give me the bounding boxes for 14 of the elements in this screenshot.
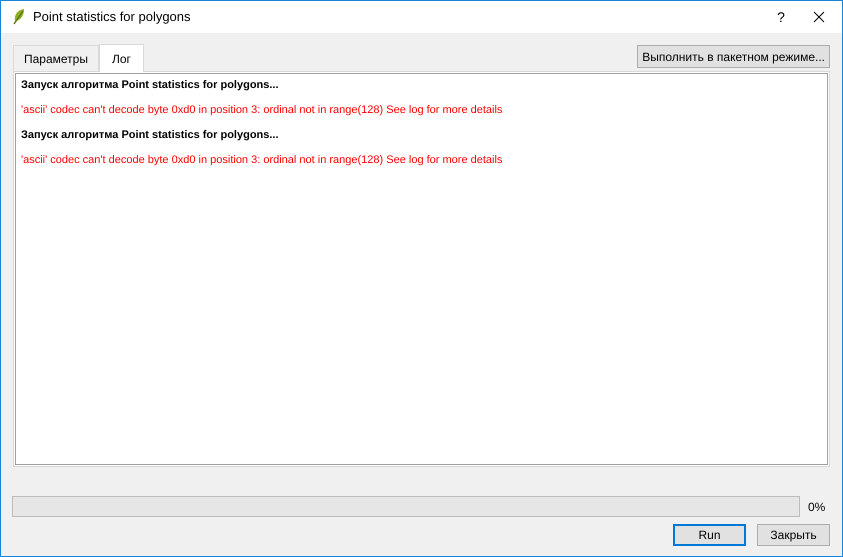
log-line: Запуск алгоритма Point statistics for polygons... bbox=[21, 128, 280, 142]
dialog-button[interactable]: Закрыть bbox=[757, 524, 830, 546]
batch-button[interactable]: Выполнить в пакетном режиме... bbox=[637, 45, 830, 68]
close-icon bbox=[813, 11, 825, 23]
window-title: Point statistics for polygons bbox=[33, 8, 191, 26]
tab[interactable]: Лог bbox=[98, 44, 144, 72]
help-button[interactable]: ? bbox=[766, 2, 796, 32]
dialog-button[interactable]: Run bbox=[673, 524, 746, 546]
log-line: Запуск алгоритма Point statistics for polygons... bbox=[21, 78, 280, 92]
leaf-icon bbox=[11, 8, 27, 26]
log-line: 'ascii' codec can't decode byte 0xd0 in position 3: ordinal not in range(128) See log for more details bbox=[21, 103, 504, 117]
tab[interactable]: Параметры bbox=[13, 45, 99, 71]
progress-reading: 0% bbox=[808, 498, 826, 516]
log-line: 'ascii' codec can't decode byte 0xd0 in position 3: ordinal not in range(128) See log for more details bbox=[21, 153, 504, 167]
